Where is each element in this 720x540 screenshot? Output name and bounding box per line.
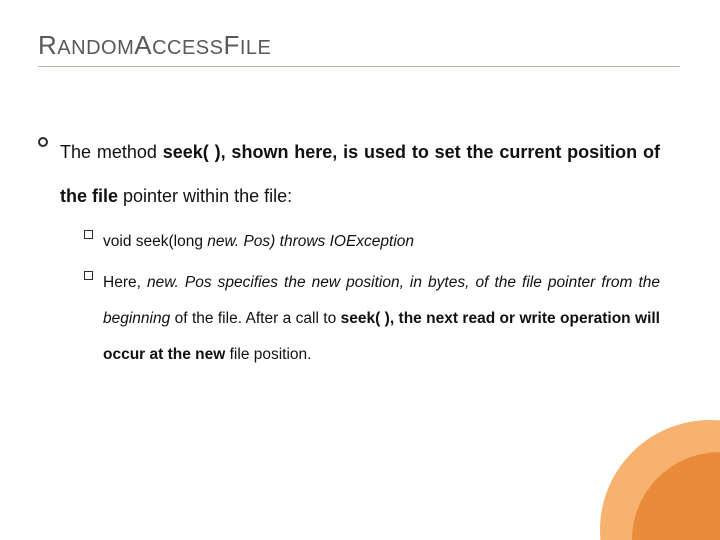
sub-list: void seek(long new. Pos) throws IOExcept… bbox=[84, 224, 660, 374]
title-seg-r: R bbox=[38, 30, 57, 60]
square-bullet-icon bbox=[84, 230, 93, 239]
bullet-icon bbox=[38, 137, 48, 147]
title-seg-ccess: CCESS bbox=[152, 37, 223, 59]
s1-seek: seek(long bbox=[136, 233, 203, 250]
square-bullet-icon bbox=[84, 271, 93, 280]
sub-text-1: void seek(long new. Pos) throws IOExcept… bbox=[103, 224, 414, 260]
body: The method seek( ), shown here, is used … bbox=[38, 130, 660, 378]
s2-mid: of the file. After a call to bbox=[175, 310, 341, 327]
p1-tail: pointer within the file: bbox=[123, 186, 292, 206]
s2-here: Here, bbox=[103, 274, 147, 291]
page-title: RANDOMACCESSFILE bbox=[38, 30, 660, 61]
title-seg-a: A bbox=[134, 30, 152, 60]
p1-lead: The method bbox=[60, 142, 163, 162]
sub-row-1: void seek(long new. Pos) throws IOExcept… bbox=[84, 224, 660, 260]
title-seg-andom: ANDOM bbox=[57, 37, 134, 59]
title-underline bbox=[38, 66, 680, 67]
title-area: RANDOMACCESSFILE bbox=[38, 30, 660, 61]
s1-newpos: new. Pos) throws IOException bbox=[203, 233, 414, 250]
slide: RANDOMACCESSFILE The method seek( ), sho… bbox=[0, 0, 720, 540]
sub-row-2: Here, new. Pos specifies the new positio… bbox=[84, 265, 660, 374]
title-seg-f: F bbox=[223, 30, 239, 60]
title-seg-ile: ILE bbox=[240, 37, 272, 59]
s2-tail: file position. bbox=[230, 346, 312, 363]
s1-void: void bbox=[103, 233, 136, 250]
main-paragraph: The method seek( ), shown here, is used … bbox=[60, 130, 660, 218]
bullet-row: The method seek( ), shown here, is used … bbox=[38, 130, 660, 218]
sub-text-2: Here, new. Pos specifies the new positio… bbox=[103, 265, 660, 374]
